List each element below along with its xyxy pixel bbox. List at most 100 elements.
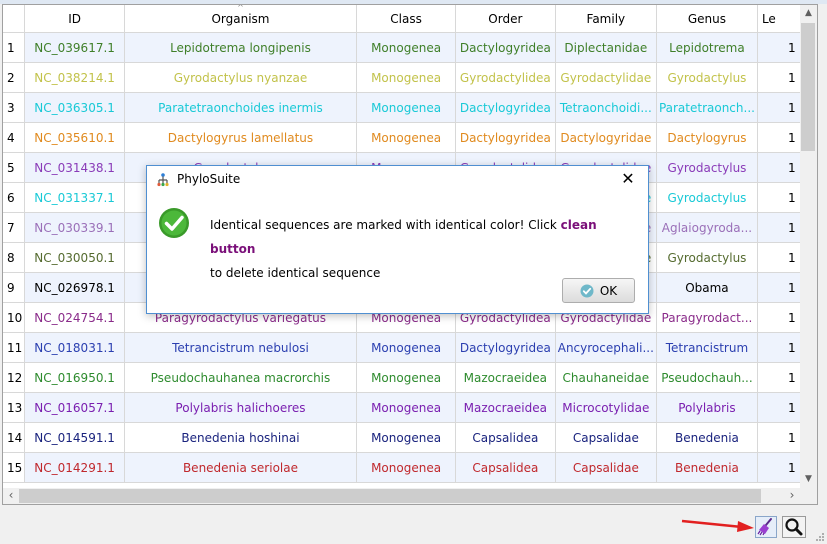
row-number[interactable]: 5 bbox=[3, 152, 26, 183]
cell-id[interactable]: NC_018031.1 bbox=[24, 332, 125, 363]
column-header-class[interactable]: Class bbox=[356, 5, 456, 33]
cell-id[interactable]: NC_030050.1 bbox=[24, 242, 125, 273]
row-number[interactable]: 7 bbox=[3, 212, 26, 243]
column-header-order[interactable]: Order bbox=[455, 5, 556, 33]
dialog-title-bar[interactable]: PhyloSuite ✕ bbox=[147, 166, 648, 194]
column-header-family[interactable]: Family bbox=[555, 5, 657, 33]
cell-id[interactable]: NC_031337.1 bbox=[24, 182, 125, 213]
cell-family[interactable]: Microcotylidae bbox=[555, 392, 657, 423]
horizontal-scroll-thumb[interactable] bbox=[19, 489, 761, 503]
cell-class[interactable]: Monogenea bbox=[356, 422, 456, 453]
scroll-down-button[interactable]: ▼ bbox=[800, 471, 817, 488]
cell-organism[interactable]: Lepidotrema longipenis bbox=[124, 32, 358, 63]
cell-class[interactable]: Monogenea bbox=[356, 122, 456, 153]
cell-organism[interactable]: Benedenia hoshinai bbox=[124, 422, 358, 453]
cell-order[interactable]: Mazocraeidea bbox=[455, 362, 556, 393]
cell-organism[interactable]: Gyrodactylus nyanzae bbox=[124, 62, 358, 93]
column-header-id[interactable]: ID bbox=[24, 5, 125, 33]
cell-id[interactable]: NC_016950.1 bbox=[24, 362, 125, 393]
row-number[interactable]: 6 bbox=[3, 182, 26, 213]
cell-class[interactable]: Monogenea bbox=[356, 92, 456, 123]
row-number[interactable]: 1 bbox=[3, 32, 26, 63]
cell-order[interactable]: Capsalidea bbox=[455, 452, 556, 483]
scroll-left-button[interactable]: ‹ bbox=[3, 488, 19, 504]
cell-genus[interactable]: Dactylogyrus bbox=[656, 122, 758, 153]
horizontal-scrollbar[interactable]: ‹ › bbox=[3, 488, 800, 504]
cell-class[interactable]: Monogenea bbox=[356, 62, 456, 93]
table-row[interactable]: 4 NC_035610.1 Dactylogyrus lamellatus Monog… bbox=[3, 122, 817, 153]
row-number[interactable]: 8 bbox=[3, 242, 26, 273]
row-number[interactable]: 3 bbox=[3, 92, 26, 123]
cell-organism[interactable]: Paratetraonchoides inermis bbox=[124, 92, 358, 123]
cell-id[interactable]: NC_038214.1 bbox=[24, 62, 125, 93]
cell-genus[interactable]: Gyrodactylus bbox=[656, 242, 758, 273]
cell-order[interactable]: Capsalidea bbox=[455, 422, 556, 453]
table-row[interactable]: 15 NC_014291.1 Benedenia seriolae Monogenea… bbox=[3, 452, 817, 483]
row-number[interactable]: 13 bbox=[3, 392, 26, 423]
cell-order[interactable]: Dactylogyridea bbox=[455, 122, 556, 153]
cell-organism[interactable]: Dactylogyrus lamellatus bbox=[124, 122, 358, 153]
search-button[interactable] bbox=[782, 516, 806, 538]
cell-genus[interactable]: Benedenia bbox=[656, 422, 758, 453]
cell-order[interactable]: Gyrodactylidea bbox=[455, 62, 556, 93]
table-row[interactable]: 11 NC_018031.1 Tetrancistrum nebulosi Monog… bbox=[3, 332, 817, 363]
column-header-genus[interactable]: Genus bbox=[656, 5, 758, 33]
column-header-organism[interactable]: ^ Organism bbox=[124, 5, 358, 33]
cell-id[interactable]: NC_016057.1 bbox=[24, 392, 125, 423]
vertical-scroll-thumb[interactable] bbox=[801, 23, 815, 151]
scroll-right-button[interactable]: › bbox=[784, 488, 800, 504]
ok-button[interactable]: OK bbox=[562, 278, 635, 303]
row-number[interactable]: 11 bbox=[3, 332, 26, 363]
cell-class[interactable]: Monogenea bbox=[356, 362, 456, 393]
vertical-scrollbar[interactable]: ▲ ▼ bbox=[800, 5, 817, 488]
cell-class[interactable]: Monogenea bbox=[356, 452, 456, 483]
cell-genus[interactable]: Aglaiogyroda... bbox=[656, 212, 758, 243]
table-row[interactable]: 13 NC_016057.1 Polylabris halichoeres Monog… bbox=[3, 392, 817, 423]
cell-id[interactable]: NC_039617.1 bbox=[24, 32, 125, 63]
cell-id[interactable]: NC_014591.1 bbox=[24, 422, 125, 453]
cell-genus[interactable]: Paratetraonch... bbox=[656, 92, 758, 123]
cell-organism[interactable]: Benedenia seriolae bbox=[124, 452, 358, 483]
cell-genus[interactable]: Gyrodactylus bbox=[656, 62, 758, 93]
cell-family[interactable]: Capsalidae bbox=[555, 422, 657, 453]
cell-organism[interactable]: Polylabris halichoeres bbox=[124, 392, 358, 423]
cell-genus[interactable]: Lepidotrema bbox=[656, 32, 758, 63]
row-number[interactable]: 2 bbox=[3, 62, 26, 93]
row-number[interactable]: 12 bbox=[3, 362, 26, 393]
cell-class[interactable]: Monogenea bbox=[356, 332, 456, 363]
cell-class[interactable]: Monogenea bbox=[356, 32, 456, 63]
cell-family[interactable]: Diplectanidae bbox=[555, 32, 657, 63]
cell-id[interactable]: NC_031438.1 bbox=[24, 152, 125, 183]
cell-order[interactable]: Dactylogyridea bbox=[455, 32, 556, 63]
cell-family[interactable]: Tetraonchoidi... bbox=[555, 92, 657, 123]
corner-header[interactable] bbox=[3, 5, 26, 33]
row-number[interactable]: 9 bbox=[3, 272, 26, 303]
cell-family[interactable]: Capsalidae bbox=[555, 452, 657, 483]
cell-genus[interactable]: Polylabris bbox=[656, 392, 758, 423]
cell-class[interactable]: Monogenea bbox=[356, 392, 456, 423]
table-row[interactable]: 14 NC_014591.1 Benedenia hoshinai Monogenea… bbox=[3, 422, 817, 453]
row-number[interactable]: 10 bbox=[3, 302, 26, 333]
cell-order[interactable]: Mazocraeidea bbox=[455, 392, 556, 423]
cell-id[interactable]: NC_024754.1 bbox=[24, 302, 125, 333]
table-row[interactable]: 1 NC_039617.1 Lepidotrema longipenis Monoge… bbox=[3, 32, 817, 63]
cell-genus[interactable]: Paragyrodact... bbox=[656, 302, 758, 333]
cell-genus[interactable]: Tetrancistrum bbox=[656, 332, 758, 363]
dialog-close-button[interactable]: ✕ bbox=[618, 169, 638, 189]
cell-organism[interactable]: Pseudochauhanea macrorchis bbox=[124, 362, 358, 393]
row-number[interactable]: 15 bbox=[3, 452, 26, 483]
cell-genus[interactable]: Gyrodactylus bbox=[656, 152, 758, 183]
cell-organism[interactable]: Tetrancistrum nebulosi bbox=[124, 332, 358, 363]
cell-order[interactable]: Dactylogyridea bbox=[455, 332, 556, 363]
cell-id[interactable]: NC_035610.1 bbox=[24, 122, 125, 153]
cell-id[interactable]: NC_014291.1 bbox=[24, 452, 125, 483]
cell-genus[interactable]: Pseudochauh... bbox=[656, 362, 758, 393]
cell-order[interactable]: Dactylogyridea bbox=[455, 92, 556, 123]
resize-grip-icon[interactable] bbox=[815, 532, 825, 542]
clean-button[interactable] bbox=[755, 516, 777, 538]
cell-genus[interactable]: Gyrodactylus bbox=[656, 182, 758, 213]
cell-id[interactable]: NC_036305.1 bbox=[24, 92, 125, 123]
row-number[interactable]: 4 bbox=[3, 122, 26, 153]
cell-family[interactable]: Chauhaneidae bbox=[555, 362, 657, 393]
cell-family[interactable]: Dactylogyridae bbox=[555, 122, 657, 153]
